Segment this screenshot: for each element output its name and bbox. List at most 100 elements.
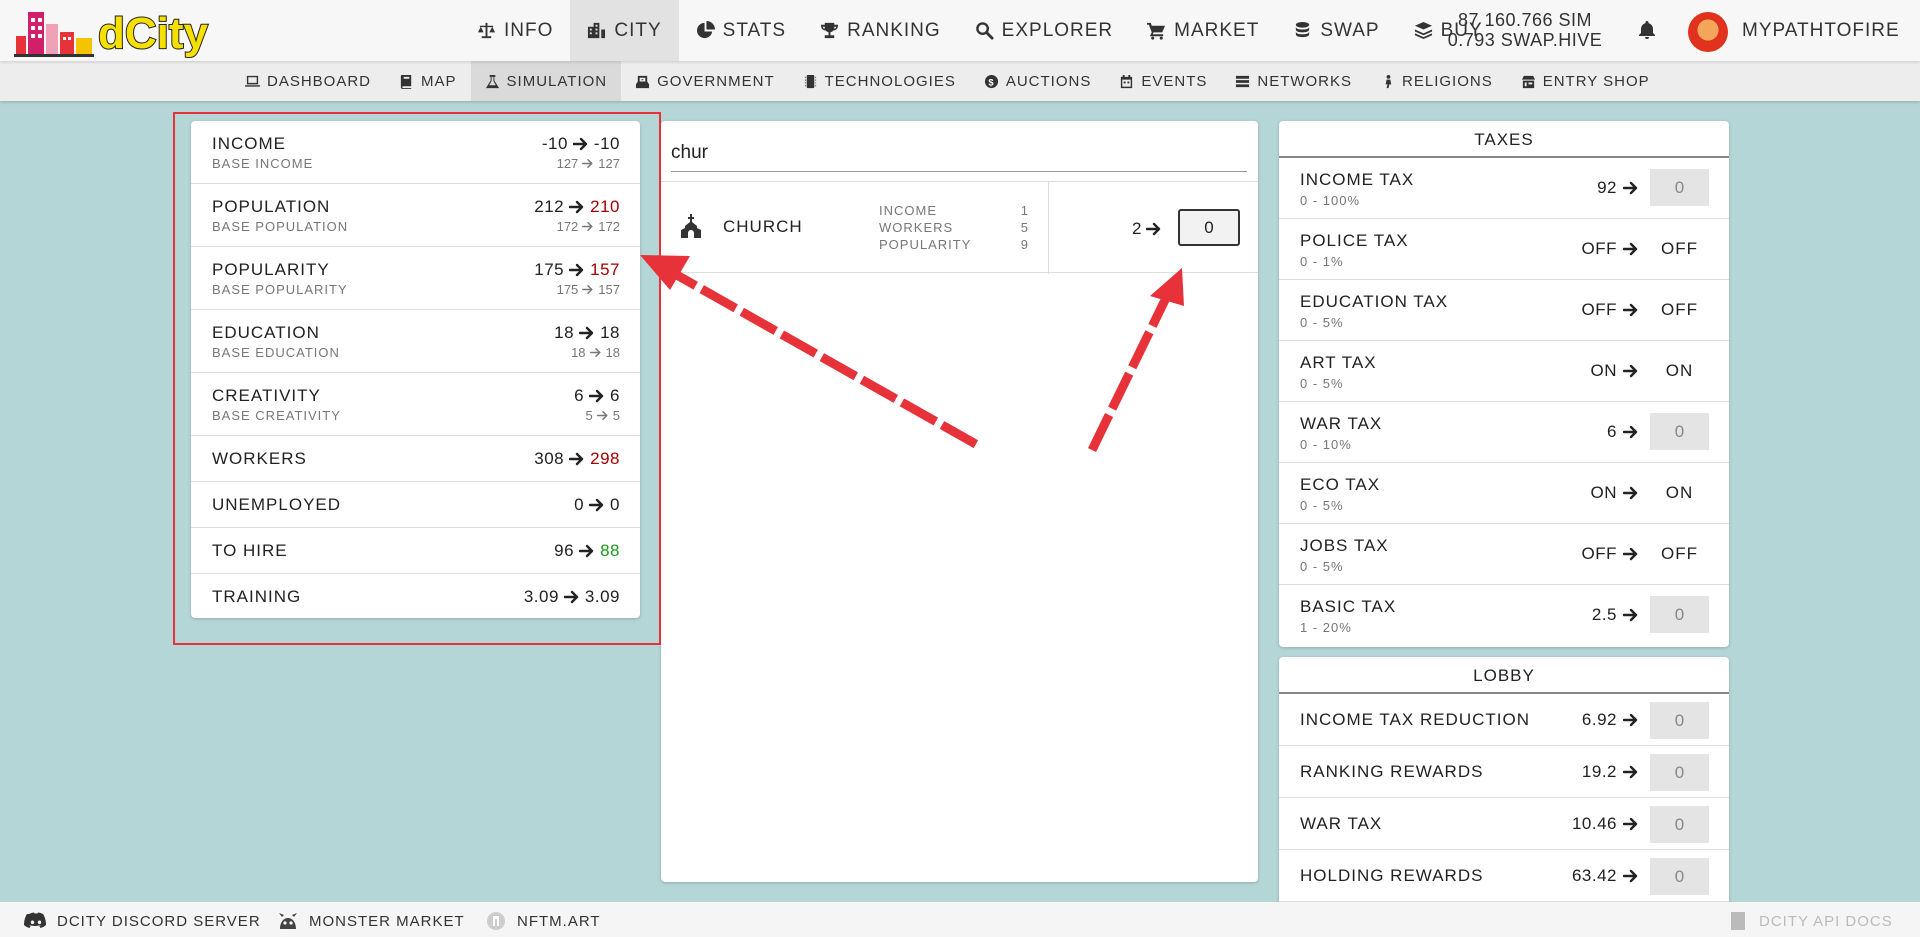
nav-ranking[interactable]: RANKING (803, 0, 958, 61)
subnav-government[interactable]: GOVERNMENT (621, 61, 789, 101)
balance-scale-icon (477, 22, 496, 39)
stat-unemployed: UNEMPLOYED 00 (191, 482, 640, 528)
arrow-right-icon (597, 410, 609, 421)
arrow-right-icon (589, 498, 605, 512)
jobs-tax-toggle[interactable]: OFF (1650, 544, 1709, 564)
arrow-right-icon (1623, 364, 1639, 378)
religion-icon (1385, 74, 1392, 88)
wallet-balance: 87 160.766 SIM 0.793 SWAP.HIVE (1440, 10, 1610, 50)
footer-api-docs-link[interactable]: DCITY API DOCS (1726, 911, 1893, 931)
building-search-input[interactable] (671, 135, 1247, 172)
lobby-row-holding-rewards: HOLDING REWARDS 63.42 (1279, 850, 1729, 902)
lobby-panel: LOBBY INCOME TAX REDUCTION 6.92 RANKING … (1279, 657, 1729, 907)
nav-stats[interactable]: STATS (679, 0, 803, 61)
subnav-networks[interactable]: NETWORKS (1221, 61, 1366, 101)
username[interactable]: MYPATHTOFIRE (1742, 20, 1900, 42)
nav-market[interactable]: MARKET (1130, 0, 1276, 61)
nav-swap[interactable]: SWAP (1276, 0, 1396, 61)
discord-icon (24, 912, 46, 928)
subnav-religions[interactable]: RELIGIONS (1366, 61, 1507, 101)
stat-to-hire: TO HIRE 96 88 (191, 528, 640, 574)
income-tax-reduction-input[interactable] (1650, 702, 1709, 739)
footer-monster-market-link[interactable]: MONSTER MARKET (276, 911, 465, 931)
tax-row-education: EDUCATION TAX 0 - 5% OFF OFF (1279, 280, 1729, 341)
nav-city[interactable]: CITY (570, 0, 679, 61)
arrow-right-icon (1623, 765, 1639, 779)
arrow-right-icon (1623, 486, 1639, 500)
arrow-right-icon (1623, 425, 1639, 439)
building-name: CHURCH (723, 217, 803, 236)
footer-discord-link[interactable]: DCITY DISCORD SERVER (24, 911, 261, 931)
stat-income: INCOME BASE INCOME -10 -10 127 127 (191, 121, 640, 184)
main-nav: INFO CITY STATS RANKING EXPLORER MARKET … (460, 0, 1500, 61)
stat-population: POPULATION BASE POPULATION 212 210 172 172 (191, 184, 640, 247)
basic-tax-input[interactable] (1650, 596, 1709, 633)
arrow-right-icon (1623, 242, 1639, 256)
subnav-technologies[interactable]: TECHNOLOGIES (789, 61, 970, 101)
sub-nav: DASHBOARD MAP SIMULATION GOVERNMENT TECH… (231, 61, 1664, 101)
vote-icon (636, 75, 650, 88)
church-icon (681, 214, 701, 238)
holding-rewards-input[interactable] (1650, 858, 1709, 895)
layers-icon (1414, 21, 1432, 40)
network-icon (1236, 75, 1250, 87)
arrow-right-icon (564, 590, 580, 604)
nav-info[interactable]: INFO (460, 0, 570, 61)
war-tax-input[interactable] (1650, 413, 1709, 450)
ranking-rewards-input[interactable] (1650, 754, 1709, 791)
tax-row-eco: ECO TAX 0 - 5% ON ON (1279, 463, 1729, 524)
stat-popularity: POPULARITY BASE POPULARITY 175 157 175 157 (191, 247, 640, 310)
chip-icon (804, 74, 816, 88)
svg-text:$: $ (988, 77, 994, 87)
arrow-right-icon (1623, 869, 1639, 883)
subnav-dashboard[interactable]: DASHBOARD (231, 61, 385, 101)
arrow-right-icon (1623, 547, 1639, 561)
avatar[interactable] (1688, 12, 1728, 52)
art-tax-toggle[interactable]: ON (1650, 361, 1709, 381)
arrow-right-icon (590, 347, 602, 358)
footer-nftm-link[interactable]: NFTM.ART (484, 911, 601, 931)
eco-tax-toggle[interactable]: ON (1650, 483, 1709, 503)
footer: DCITY DISCORD SERVER MONSTER MARKET NFTM… (0, 902, 1920, 937)
subnav-events[interactable]: EVENTS (1105, 61, 1221, 101)
stat-education: EDUCATION BASE EDUCATION 18 18 18 18 (191, 310, 640, 373)
arrow-right-icon (573, 137, 589, 151)
dcity-logo[interactable]: dCity (14, 4, 224, 58)
cart-icon (1147, 22, 1166, 40)
arrow-right-icon (1623, 817, 1639, 831)
arrow-right-icon (1623, 303, 1639, 317)
tax-row-art: ART TAX 0 - 5% ON ON (1279, 341, 1729, 402)
income-tax-input[interactable] (1650, 169, 1709, 206)
tax-row-basic: BASIC TAX 1 - 20% 2.5 (1279, 585, 1729, 646)
subnav-entry-shop[interactable]: ENTRY SHOP (1507, 61, 1664, 101)
arrow-right-icon (569, 200, 585, 214)
building-stats: INCOME 1 WORKERS 5 POPULARITY 9 (879, 203, 1029, 252)
arrow-right-icon (579, 544, 595, 558)
top-bar: dCity INFO CITY STATS RANKING EXPLORER M… (0, 0, 1920, 61)
bell-icon[interactable] (1637, 20, 1657, 40)
building-row-church: CHURCH INCOME 1 WORKERS 5 POPULARITY 9 2 (661, 181, 1258, 274)
arrow-right-icon (579, 326, 595, 340)
police-tax-toggle[interactable]: OFF (1650, 239, 1709, 259)
logo-text: dCity (98, 9, 209, 58)
building-search-panel: CHURCH INCOME1 WORKERS5 POPULARITY9 2 (661, 121, 1258, 882)
education-tax-toggle[interactable]: OFF (1650, 300, 1709, 320)
lobby-war-tax-input[interactable] (1650, 806, 1709, 843)
subnav-auctions[interactable]: $ AUCTIONS (970, 61, 1106, 101)
subnav-simulation[interactable]: SIMULATION (470, 61, 622, 101)
subnav-map[interactable]: MAP (385, 61, 471, 101)
shop-icon (1521, 75, 1535, 88)
sub-nav-bar: DASHBOARD MAP SIMULATION GOVERNMENT TECH… (0, 61, 1920, 101)
docs-icon (1731, 912, 1745, 930)
lobby-row-ranking-rewards: RANKING REWARDS 19.2 (1279, 746, 1729, 798)
nav-explorer[interactable]: EXPLORER (958, 0, 1130, 61)
building-quantity-input[interactable] (1178, 209, 1240, 246)
lobby-row-income-tax-reduction: INCOME TAX REDUCTION 6.92 (1279, 694, 1729, 746)
book-icon (400, 74, 412, 89)
stat-training: TRAINING 3.09 3.09 (212, 587, 620, 606)
city-stats-panel: INCOME BASE INCOME -10 -10 127 127 POPULAT… (191, 121, 640, 618)
tax-row-jobs: JOBS TAX 0 - 5% OFF OFF (1279, 524, 1729, 585)
arrow-right-icon (1146, 222, 1162, 236)
arrow-right-icon (1623, 608, 1639, 622)
stat-creativity: CREATIVITY BASE CREATIVITY 66 55 (191, 373, 640, 436)
